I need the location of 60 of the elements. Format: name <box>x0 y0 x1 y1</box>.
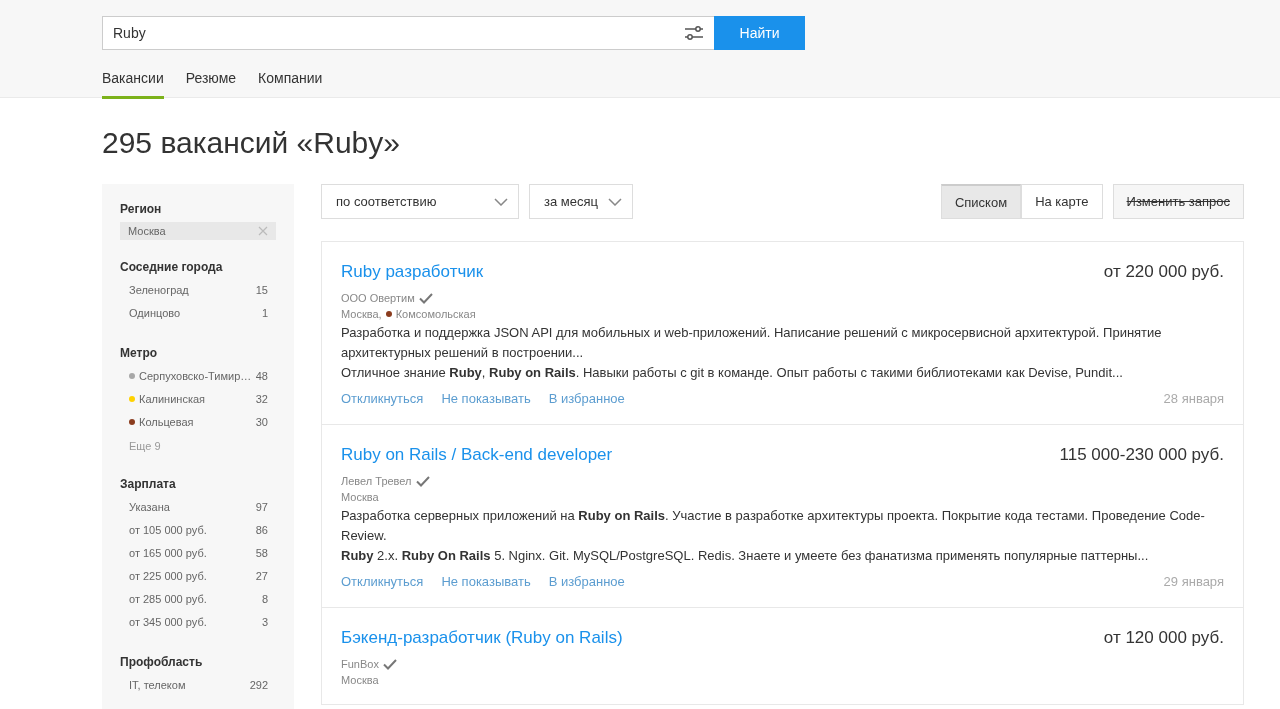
company-name[interactable]: Левел Тревел <box>341 475 412 487</box>
filter-item[interactable]: от 165 000 руб. 58 <box>120 543 276 566</box>
edit-query-button[interactable]: Изменить запрос <box>1112 184 1244 219</box>
publish-date: 28 января <box>1163 391 1224 406</box>
nav-tab[interactable]: Резюме <box>185 70 237 99</box>
company-name[interactable]: FunBox <box>341 658 379 670</box>
salary: от 120 000 руб. <box>1103 628 1224 648</box>
filter-item[interactable]: от 105 000 руб. 86 <box>120 520 276 543</box>
filter-item[interactable]: от 285 000 руб. 8 <box>120 589 276 612</box>
sliders-icon[interactable] <box>684 24 704 42</box>
checkmark-icon <box>418 292 433 304</box>
filter-group-title: Регион <box>120 202 163 216</box>
chevron-down-icon <box>494 197 508 206</box>
vacancy-description: Разработка серверных приложений на Ruby on Rails. Участие в разработке архитектуры проекта. Покрытие кода тестами. Проведение Code-Review. <box>341 507 1206 545</box>
filter-group-title: Зарплата <box>120 477 177 491</box>
action-link[interactable]: В избранное <box>548 574 625 589</box>
search-button[interactable]: Найти <box>714 16 805 50</box>
publish-date: 29 января <box>1163 574 1224 589</box>
page-heading: 295 вакансий «Ruby» <box>102 126 401 160</box>
period-dropdown[interactable]: за месяц <box>529 184 633 219</box>
action-link[interactable]: В избранное <box>548 391 625 406</box>
salary: от 220 000 руб. <box>1103 262 1224 282</box>
filter-item[interactable]: Серпуховско-Тимир… 48 <box>120 366 276 389</box>
metro-station: Комсомольская <box>395 308 476 320</box>
vacancy-title-link[interactable]: Ruby разработчик <box>341 262 484 282</box>
filter-group-title: Метро <box>120 346 159 360</box>
sort-dropdown[interactable]: по соответствию <box>321 184 519 219</box>
view-toggle-button[interactable]: Списком <box>940 184 1022 219</box>
company-name[interactable]: ООО Овертим <box>341 292 415 304</box>
chevron-down-icon <box>608 197 622 206</box>
filter-item[interactable]: Указана 97 <box>120 497 276 520</box>
vacancy-title-link[interactable]: Бэкенд-разработчик (Ruby on Rails) <box>341 628 623 648</box>
city: Москва, <box>341 308 382 320</box>
vacancy-description: Отличное знание Ruby, Ruby on Rails. Навыки работы с git в команде. Опыт работы с такими библиотеками как Devise, Pundit... <box>341 364 1124 382</box>
nav-tab[interactable]: Компании <box>258 70 323 99</box>
filter-item[interactable]: Калининская 32 <box>120 389 276 412</box>
salary: 115 000-230 000 руб. <box>1059 445 1224 465</box>
filter-item[interactable]: IT, телеком 292 <box>120 675 276 698</box>
filter-item[interactable]: Кольцевая 30 <box>120 412 276 435</box>
vacancy-description: Разработка и поддержка JSON API для мобильных и web-приложений. Написание решений с микросервисной архитектурой. Принятие архитектурных решений в построении... <box>341 324 1163 362</box>
filter-item[interactable]: Одинцово 1 <box>120 303 276 326</box>
nav-tab[interactable]: Вакансии <box>102 70 164 99</box>
action-link[interactable]: Не показывать <box>441 574 531 589</box>
filter-item[interactable]: Зеленоград 15 <box>120 280 276 303</box>
filter-item[interactable]: от 345 000 руб. 3 <box>120 612 276 635</box>
checkmark-icon <box>382 658 397 670</box>
filter-group-title: Соседние города <box>120 260 224 274</box>
vacancy-description: Ruby 2.x. Ruby On Rails 5. Nginx. Git. MySQL/PostgreSQL. Redis. Знаете и умеете без фанатизма применять популярные паттерны... <box>341 547 1150 565</box>
view-toggle-button[interactable]: На карте <box>1021 184 1103 219</box>
action-link[interactable]: Откликнуться <box>341 574 424 589</box>
city: Москва <box>341 674 379 686</box>
checkmark-icon <box>415 475 430 487</box>
vacancy-title-link[interactable]: Ruby on Rails / Back-end developer <box>341 445 613 465</box>
filter-group-title: Профобласть <box>120 655 204 669</box>
action-link[interactable]: Откликнуться <box>341 391 424 406</box>
action-link[interactable]: Не показывать <box>441 391 531 406</box>
search-field[interactable]: Ruby <box>102 16 714 50</box>
region-chip[interactable]: Москва <box>120 222 276 240</box>
filter-item[interactable]: от 225 000 руб. 27 <box>120 566 276 589</box>
city: Москва <box>341 491 379 503</box>
